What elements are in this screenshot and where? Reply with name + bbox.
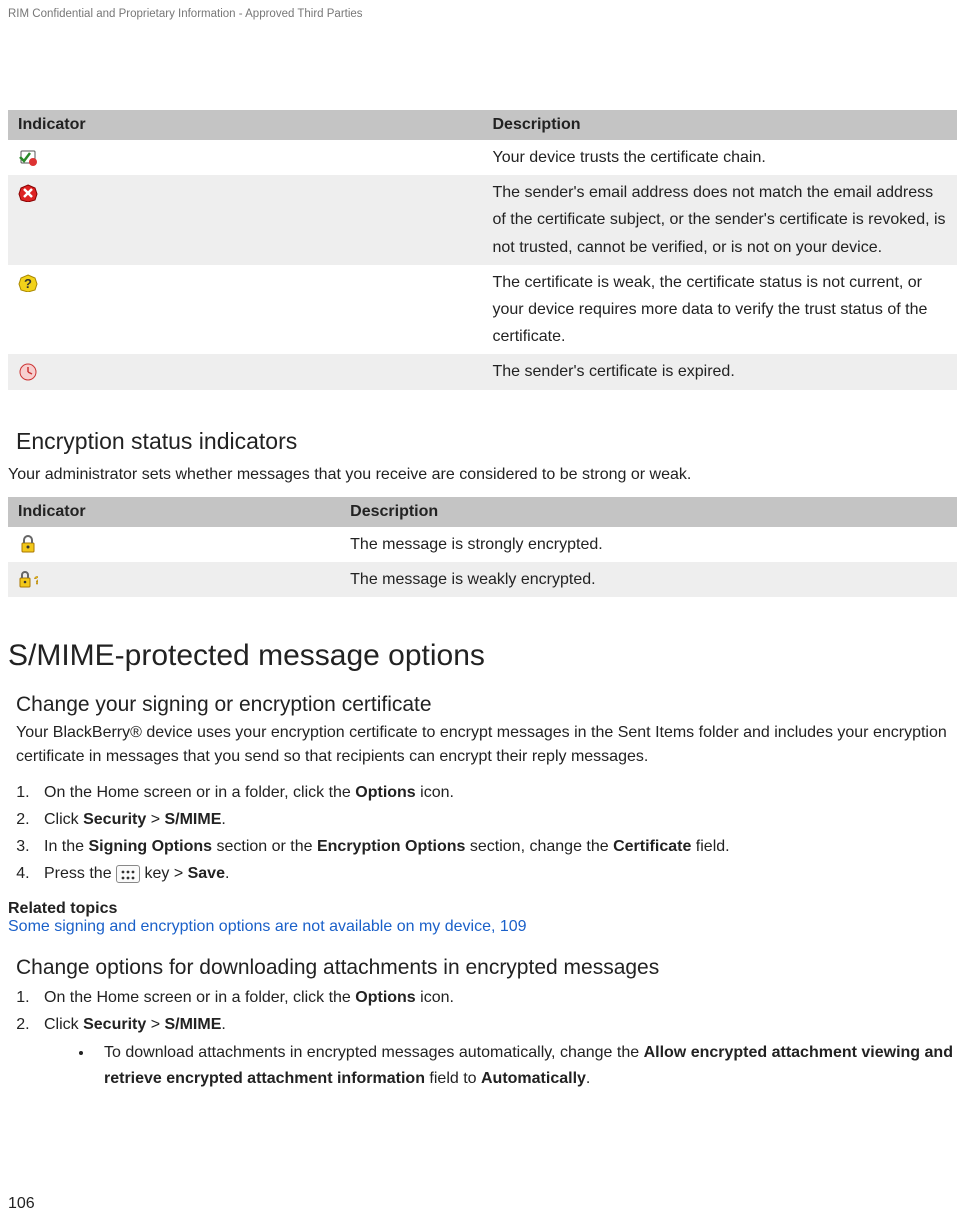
encryption-status-intro: Your administrator sets whether messages… (8, 463, 957, 487)
table-row: The sender's email address does not matc… (8, 175, 957, 265)
encryption-indicator-table: Indicator Description The message is str… (8, 497, 957, 597)
table-cell-description: The sender's email address does not matc… (483, 175, 958, 265)
cert-expired-icon (18, 363, 38, 381)
encryption-status-heading: Encryption status indicators (16, 428, 957, 455)
table-cell-description: Your device trusts the certificate chain… (483, 140, 958, 175)
list-item: Click Security > S/MIME. To download att… (34, 1011, 957, 1091)
list-item: Click Security > S/MIME. (34, 806, 957, 833)
table-cell-description: The message is strongly encrypted. (340, 527, 957, 562)
table-row: ? The message is weakly encrypted. (8, 562, 957, 597)
menu-key-icon (116, 865, 140, 883)
cert-error-icon (18, 184, 38, 202)
cert-trusted-icon (18, 149, 38, 167)
table-cell-description: The certificate is weak, the certificate… (483, 265, 958, 355)
list-item: To download attachments in encrypted mes… (94, 1040, 957, 1091)
svg-text:?: ? (34, 575, 38, 587)
table-header-indicator: Indicator (8, 110, 483, 140)
table-header-indicator: Indicator (8, 497, 340, 527)
list-item: In the Signing Options section or the En… (34, 833, 957, 860)
table-header-description: Description (340, 497, 957, 527)
certificate-indicator-table: Indicator Description Your device trusts… (8, 110, 957, 390)
page-number: 106 (8, 1195, 35, 1213)
change-cert-steps: On the Home screen or in a folder, click… (8, 779, 957, 888)
table-row: The sender's certificate is expired. (8, 354, 957, 389)
change-cert-intro: Your BlackBerry® device uses your encryp… (16, 721, 957, 769)
confidential-header: RIM Confidential and Proprietary Informa… (8, 8, 957, 20)
change-download-heading: Change options for downloading attachmen… (16, 956, 957, 980)
list-item: On the Home screen or in a folder, click… (34, 779, 957, 806)
smime-options-heading: S/MIME-protected message options (8, 639, 957, 673)
lock-strong-icon (18, 535, 38, 553)
table-row: Your device trusts the certificate chain… (8, 140, 957, 175)
table-cell-description: The sender's certificate is expired. (483, 354, 958, 389)
related-topics-heading: Related topics (8, 900, 957, 918)
change-download-steps: On the Home screen or in a folder, click… (8, 984, 957, 1092)
table-cell-description: The message is weakly encrypted. (340, 562, 957, 597)
table-row: The message is strongly encrypted. (8, 527, 957, 562)
table-row: ? The certificate is weak, the certifica… (8, 265, 957, 355)
lock-weak-icon: ? (18, 570, 38, 588)
related-topic-link[interactable]: Some signing and encryption options are … (8, 918, 957, 936)
svg-text:?: ? (24, 276, 32, 291)
list-item: Press the key > Save. (34, 860, 957, 887)
cert-warning-icon: ? (18, 274, 38, 292)
list-item: On the Home screen or in a folder, click… (34, 984, 957, 1011)
table-header-description: Description (483, 110, 958, 140)
change-cert-heading: Change your signing or encryption certif… (16, 693, 957, 717)
